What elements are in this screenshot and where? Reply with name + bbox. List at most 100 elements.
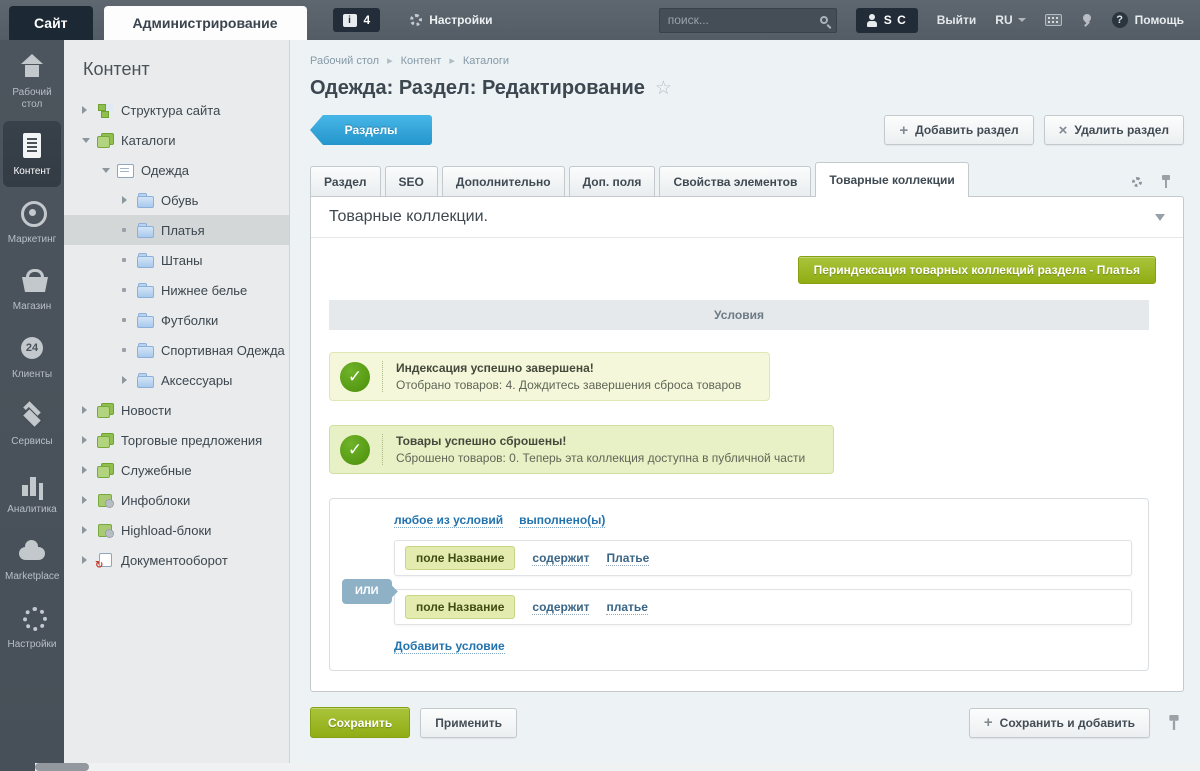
tree-expander-icon[interactable] xyxy=(82,466,97,474)
tree-expander-icon[interactable] xyxy=(82,406,97,414)
tree-item[interactable]: Highload-блоки xyxy=(64,515,289,545)
topbar-right: S C Выйти RU Помощь xyxy=(659,8,1200,42)
reindex-button[interactable]: Периндексация товарных коллекций раздела… xyxy=(798,256,1156,284)
breadcrumb-link[interactable]: Каталоги xyxy=(463,55,509,67)
rail-item[interactable]: Клиенты xyxy=(3,324,61,390)
help-button[interactable]: Помощь xyxy=(1112,12,1184,28)
condition-operator-link[interactable]: содержит xyxy=(532,551,589,566)
tree-item[interactable]: Футболки xyxy=(64,305,289,335)
tree-item[interactable]: Спортивная Одежда xyxy=(64,335,289,365)
tree-item-label: Highload-блоки xyxy=(121,523,211,538)
tree-expander-icon[interactable] xyxy=(102,168,117,173)
rail-item[interactable]: Настройки xyxy=(3,594,61,660)
language-selector[interactable]: RU xyxy=(995,13,1025,27)
rail-item[interactable]: Рабочий стол xyxy=(3,42,61,119)
tree-item[interactable]: Каталоги xyxy=(64,125,289,155)
breadcrumb-link[interactable]: Рабочий стол xyxy=(310,54,401,67)
tree-expander-icon[interactable] xyxy=(122,318,137,322)
form-tab-label: Свойства элементов xyxy=(673,175,797,189)
rail-item[interactable]: Сервисы xyxy=(3,391,61,457)
form-tab[interactable]: Доп. поля xyxy=(569,166,656,196)
horizontal-scrollbar[interactable] xyxy=(35,763,1200,771)
pin-icon[interactable] xyxy=(1081,13,1093,27)
tree-expander-icon[interactable] xyxy=(122,288,137,292)
tree-expander-icon[interactable] xyxy=(122,258,137,262)
tree-expander-icon[interactable] xyxy=(82,526,97,534)
add-section-button[interactable]: Добавить раздел xyxy=(884,115,1033,145)
add-condition-link[interactable]: Добавить условие xyxy=(394,639,505,654)
admin-tab[interactable]: Администрирование xyxy=(104,6,307,40)
condition-row: поле Название содержит платье xyxy=(394,589,1132,625)
delete-section-button[interactable]: Удалить раздел xyxy=(1044,115,1184,145)
footer-pin-icon[interactable] xyxy=(1167,715,1181,730)
rail-item[interactable]: Магазин xyxy=(3,256,61,322)
logout-button[interactable]: Выйти xyxy=(937,13,977,27)
condition-operator-link[interactable]: содержит xyxy=(532,600,589,615)
form-tab[interactable]: Свойства элементов xyxy=(659,166,811,196)
tree-expander-icon[interactable] xyxy=(122,348,137,352)
sections-back-button[interactable]: Разделы xyxy=(310,115,432,145)
tree-item-icon xyxy=(97,553,114,567)
rail-item[interactable]: Marketplace xyxy=(3,526,61,592)
tree-item[interactable]: Инфоблоки xyxy=(64,485,289,515)
tree-item-label: Одежда xyxy=(141,163,189,178)
tree-item[interactable]: Новости xyxy=(64,395,289,425)
topbar-settings-button[interactable]: Настройки xyxy=(410,13,492,27)
tree-expander-icon[interactable] xyxy=(82,106,97,114)
rail-item-icon xyxy=(15,52,49,82)
collapse-triangle-icon[interactable] xyxy=(1155,214,1165,221)
apply-button[interactable]: Применить xyxy=(420,708,517,738)
tree-expander-icon[interactable] xyxy=(82,436,97,444)
tree-item[interactable]: Платья xyxy=(64,215,289,245)
rail-item-icon xyxy=(15,536,49,566)
save-and-add-button[interactable]: Сохранить и добавить xyxy=(969,708,1150,738)
search-input[interactable] xyxy=(668,13,820,27)
tree-item[interactable]: Торговые предложения xyxy=(64,425,289,455)
rail-item[interactable]: Маркетинг xyxy=(3,189,61,255)
condition-logic-link[interactable]: любое из условий xyxy=(394,513,503,528)
rail-item-icon xyxy=(15,199,49,229)
condition-field-tag[interactable]: поле Название xyxy=(405,595,515,619)
condition-field-tag[interactable]: поле Название xyxy=(405,546,515,570)
form-tabs: Раздел SEO Дополнительно Доп. поля xyxy=(310,162,973,196)
form-tab[interactable]: Раздел xyxy=(310,166,381,196)
tree-item[interactable]: Обувь xyxy=(64,185,289,215)
tree-item[interactable]: Служебные xyxy=(64,455,289,485)
condition-value-link[interactable]: платье xyxy=(606,600,647,615)
search-icon[interactable] xyxy=(820,16,828,24)
favorite-star-icon[interactable] xyxy=(655,77,672,100)
tree-item[interactable]: Документооборот xyxy=(64,545,289,575)
content-tree-panel: Контент Структура сайта Каталоги xyxy=(64,40,290,771)
hotkeys-keyboard-icon[interactable] xyxy=(1045,14,1062,26)
form-tab[interactable]: Дополнительно xyxy=(442,166,565,196)
tree-item-label: Нижнее белье xyxy=(161,283,247,298)
scrollbar-thumb[interactable] xyxy=(35,763,89,771)
message-text: Отобрано товаров: 4. Дождитесь завершени… xyxy=(396,378,741,392)
tree-expander-icon[interactable] xyxy=(82,138,97,143)
form-tab[interactable]: Товарные коллекции xyxy=(815,162,968,197)
condition-done-link[interactable]: выполнено(ы) xyxy=(519,513,605,528)
breadcrumb-link[interactable]: Контент xyxy=(401,54,463,67)
tree-item[interactable]: Нижнее белье xyxy=(64,275,289,305)
tree-item[interactable]: Штаны xyxy=(64,245,289,275)
tree-item[interactable]: Аксессуары xyxy=(64,365,289,395)
rail-item[interactable]: Аналитика xyxy=(3,459,61,525)
check-icon xyxy=(340,362,370,392)
tree-expander-icon[interactable] xyxy=(122,196,137,204)
tree-item-icon xyxy=(137,253,154,267)
form-pin-icon[interactable] xyxy=(1160,175,1172,188)
form-tab[interactable]: SEO xyxy=(385,166,438,196)
form-settings-gear-icon[interactable] xyxy=(1132,177,1142,187)
tree-expander-icon[interactable] xyxy=(122,376,137,384)
tree-expander-icon[interactable] xyxy=(122,228,137,232)
tree-item[interactable]: Одежда xyxy=(64,155,289,185)
rail-item-label: Контент xyxy=(5,166,59,178)
notifications-badge[interactable]: 4 xyxy=(333,8,381,32)
tree-expander-icon[interactable] xyxy=(82,496,97,504)
user-badge[interactable]: S C xyxy=(856,8,918,33)
rail-item[interactable]: Контент xyxy=(3,121,61,187)
site-tab[interactable]: Сайт xyxy=(9,6,93,40)
tree-item[interactable]: Структура сайта xyxy=(64,95,289,125)
save-button[interactable]: Сохранить xyxy=(310,707,410,738)
condition-value-link[interactable]: Платье xyxy=(606,551,649,566)
